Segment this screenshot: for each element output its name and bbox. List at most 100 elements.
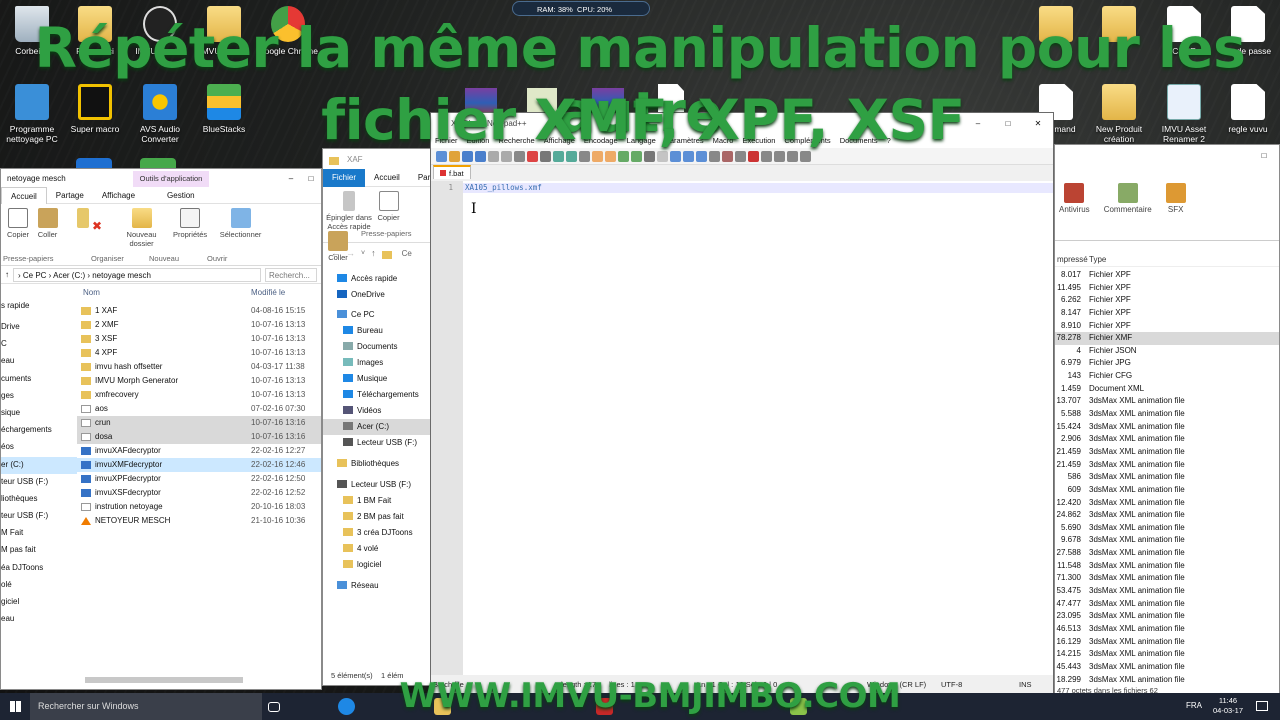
search-input[interactable]: Recherch... bbox=[265, 267, 317, 282]
code-line[interactable]: XA105_pillows.xmf bbox=[463, 183, 1053, 193]
toolbar-button[interactable]: Antivirus bbox=[1059, 183, 1090, 240]
nav-item[interactable]: ges bbox=[1, 388, 77, 405]
nav-item[interactable]: liothèques bbox=[1, 491, 77, 508]
tab-gestion[interactable]: Gestion bbox=[158, 191, 204, 200]
toolbar-button-icon[interactable] bbox=[800, 151, 811, 162]
table-row[interactable]: 143 Fichier CFG bbox=[1055, 370, 1279, 383]
new-folder-button[interactable]: Nouveau dossier bbox=[119, 208, 165, 248]
toolbar-button-icon[interactable] bbox=[748, 151, 759, 162]
nav-item[interactable]: éos bbox=[1, 439, 77, 456]
toolbar-button-icon[interactable] bbox=[579, 151, 590, 162]
nav-item[interactable]: sique bbox=[1, 405, 77, 422]
nav-item[interactable]: Lecteur USB (F:) bbox=[323, 477, 431, 493]
toolbar-button-icon[interactable] bbox=[774, 151, 785, 162]
nav-item[interactable]: Ce PC bbox=[323, 307, 431, 323]
table-row[interactable]: xmfrecovery 10-07-16 13:13 bbox=[77, 388, 321, 402]
table-row[interactable]: imvuXPFdecryptor 22-02-16 12:50 bbox=[77, 472, 321, 486]
toolbar-button-icon[interactable] bbox=[553, 151, 564, 162]
toolbar-button-icon[interactable] bbox=[605, 151, 616, 162]
table-row[interactable]: 71.300 3dsMax XML animation file bbox=[1055, 572, 1279, 585]
editor[interactable]: 1 XA105_pillows.xmf I bbox=[431, 181, 1053, 675]
table-row[interactable]: 9.678 3dsMax XML animation file bbox=[1055, 534, 1279, 547]
table-row[interactable]: 8.910 Fichier XPF bbox=[1055, 320, 1279, 333]
table-row[interactable]: 4 Fichier JSON bbox=[1055, 345, 1279, 358]
table-row[interactable]: 15.424 3dsMax XML animation file bbox=[1055, 421, 1279, 434]
toolbar-button-icon[interactable] bbox=[566, 151, 577, 162]
select-button[interactable]: Sélectionner bbox=[216, 208, 266, 239]
breadcrumb[interactable]: › Ce PC › Acer (C:) › netoyage mesch bbox=[13, 267, 261, 282]
nav-item[interactable]: teur USB (F:) bbox=[1, 508, 77, 525]
nav-item[interactable]: Images bbox=[323, 355, 431, 371]
toolbar-button[interactable]: SFX bbox=[1165, 183, 1186, 240]
table-row[interactable]: 1 XAF 04-08-16 15:15 bbox=[77, 304, 321, 318]
table-row[interactable]: instrution netoyage 20-10-16 18:03 bbox=[77, 500, 321, 514]
table-row[interactable]: 24.862 3dsMax XML animation file bbox=[1055, 509, 1279, 522]
table-row[interactable]: 8.017 Fichier XPF bbox=[1055, 269, 1279, 282]
nav-item[interactable]: Documents bbox=[323, 339, 431, 355]
table-row[interactable]: 11.548 3dsMax XML animation file bbox=[1055, 560, 1279, 573]
chevron-down-icon[interactable]: ˅ bbox=[361, 250, 365, 257]
toolbar-button-icon[interactable] bbox=[735, 151, 746, 162]
toolbar-button-icon[interactable] bbox=[631, 151, 642, 162]
properties-button[interactable]: Propriétés bbox=[167, 208, 213, 239]
tab-accueil[interactable]: Accueil bbox=[365, 173, 409, 182]
toolbar-button-icon[interactable] bbox=[540, 151, 551, 162]
table-row[interactable]: imvu hash offsetter 04-03-17 11:38 bbox=[77, 360, 321, 374]
paste-button[interactable]: Coller bbox=[34, 208, 62, 239]
copy-button[interactable]: Copier bbox=[376, 191, 402, 222]
table-row[interactable]: imvuXAFdecryptor 22-02-16 12:27 bbox=[77, 444, 321, 458]
table-row[interactable]: 27.588 3dsMax XML animation file bbox=[1055, 547, 1279, 560]
nav-item[interactable]: cuments bbox=[1, 371, 77, 388]
toolbar-button-icon[interactable] bbox=[436, 151, 447, 162]
toolbar-button-icon[interactable] bbox=[657, 151, 668, 162]
nav-item[interactable]: er (C:) bbox=[1, 456, 77, 474]
toolbar-button-icon[interactable] bbox=[501, 151, 512, 162]
tab-partage[interactable]: Partage bbox=[47, 191, 93, 200]
toolbar-button-icon[interactable] bbox=[709, 151, 720, 162]
nav-item[interactable]: Bureau bbox=[323, 323, 431, 339]
notepad-window[interactable]: XAF\bat - Notepad++ – □ ✕ Fichier Edition… bbox=[430, 112, 1054, 694]
nav-item[interactable]: éa DJToons bbox=[1, 560, 77, 577]
toolbar-button-icon[interactable] bbox=[644, 151, 655, 162]
table-row[interactable]: IMVU Morph Generator 10-07-16 13:13 bbox=[77, 374, 321, 388]
table-row[interactable]: 21.459 3dsMax XML animation file bbox=[1055, 446, 1279, 459]
toolbar-button-icon[interactable] bbox=[592, 151, 603, 162]
tab-fichier[interactable]: Fichier bbox=[323, 168, 366, 187]
table-row[interactable]: 5.690 3dsMax XML animation file bbox=[1055, 522, 1279, 535]
toolbar-button-icon[interactable] bbox=[761, 151, 772, 162]
column-date[interactable]: Modifié le bbox=[251, 284, 285, 304]
table-row[interactable]: 47.477 3dsMax XML animation file bbox=[1055, 598, 1279, 611]
maximize-button[interactable]: □ bbox=[301, 174, 321, 183]
toolbar-button-icon[interactable] bbox=[488, 151, 499, 162]
table-row[interactable]: 3 XSF 10-07-16 13:13 bbox=[77, 332, 321, 346]
nav-item[interactable]: Réseau bbox=[323, 578, 431, 594]
title-bar[interactable]: XAF bbox=[323, 149, 431, 169]
toolbar-button-icon[interactable] bbox=[527, 151, 538, 162]
archive-window[interactable]: □ Antivirus Commentaire SFX mpressé Type 8… bbox=[1054, 144, 1280, 695]
nav-item[interactable]: eau bbox=[1, 353, 77, 370]
toolbar-button-icon[interactable] bbox=[618, 151, 629, 162]
toolbar-button[interactable]: Commentaire bbox=[1104, 183, 1152, 240]
toolbar-button-icon[interactable] bbox=[722, 151, 733, 162]
column-size[interactable]: mpressé bbox=[1055, 253, 1088, 266]
table-row[interactable]: imvuXSFdecryptor 22-02-16 12:52 bbox=[77, 486, 321, 500]
nav-item[interactable]: giciel bbox=[1, 594, 77, 611]
tab-affichage[interactable]: Affichage bbox=[93, 191, 144, 200]
toolbar-button-icon[interactable] bbox=[475, 151, 486, 162]
table-row[interactable]: 2 XMF 10-07-16 13:13 bbox=[77, 318, 321, 332]
paste-button[interactable]: Coller bbox=[325, 231, 351, 262]
toolbar-button-icon[interactable] bbox=[683, 151, 694, 162]
table-row[interactable]: 11.495 Fichier XPF bbox=[1055, 282, 1279, 295]
table-row[interactable]: 5.588 3dsMax XML animation file bbox=[1055, 408, 1279, 421]
nav-item[interactable]: teur USB (F:) bbox=[1, 474, 77, 491]
pin-button[interactable]: Épingler dans Accès rapide bbox=[325, 191, 373, 231]
nav-item[interactable]: échargements bbox=[1, 422, 77, 439]
nav-item[interactable]: eau bbox=[1, 611, 77, 628]
table-row[interactable]: 45.443 3dsMax XML animation file bbox=[1055, 661, 1279, 674]
nav-item[interactable]: s rapide bbox=[1, 298, 77, 319]
column-type[interactable]: Type bbox=[1085, 253, 1106, 266]
toolbar-button-icon[interactable] bbox=[696, 151, 707, 162]
table-row[interactable]: 53.475 3dsMax XML animation file bbox=[1055, 585, 1279, 598]
table-row[interactable]: 2.906 3dsMax XML animation file bbox=[1055, 433, 1279, 446]
copy-button[interactable]: Copier bbox=[5, 208, 31, 239]
